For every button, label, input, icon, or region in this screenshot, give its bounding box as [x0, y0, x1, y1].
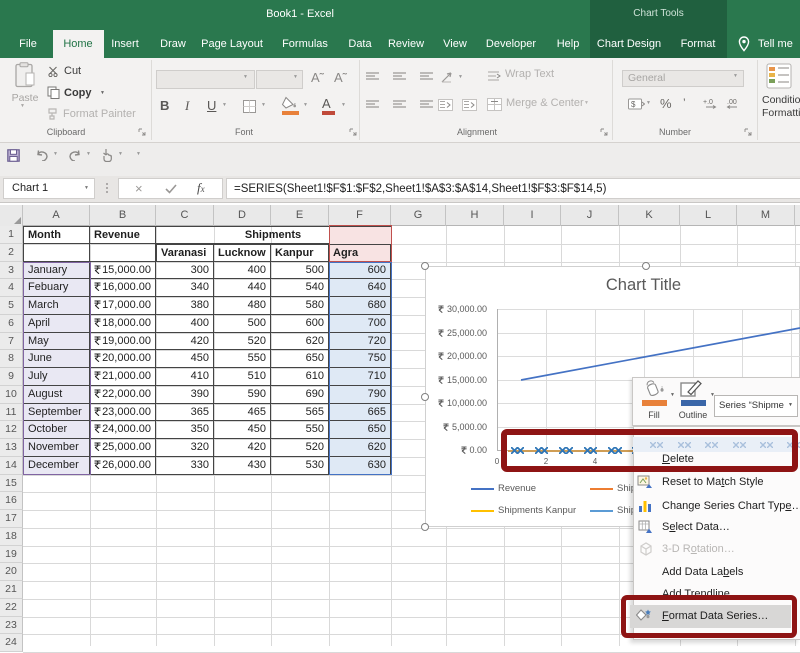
svg-text:$: $ [631, 100, 636, 109]
svg-text:.00: .00 [727, 99, 737, 106]
svg-text:+.0: +.0 [703, 99, 713, 106]
